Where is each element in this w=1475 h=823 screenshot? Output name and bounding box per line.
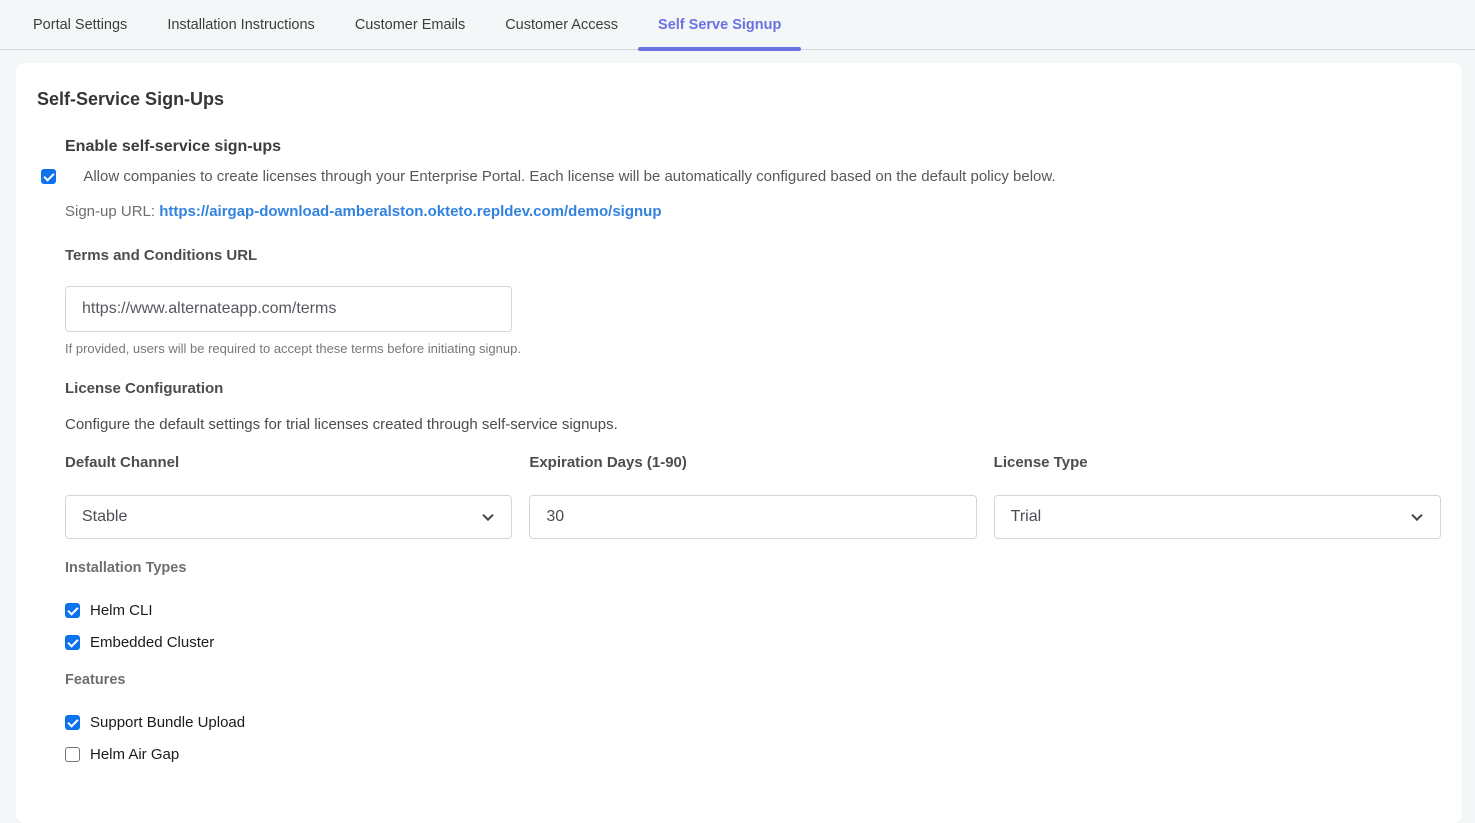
signup-url-label: Sign-up URL:	[65, 203, 155, 220]
embedded-cluster-label: Embedded Cluster	[90, 634, 214, 651]
enable-signups-description: Allow companies to create licenses throu…	[83, 168, 1055, 185]
terms-url-label: Terms and Conditions URL	[65, 248, 1441, 263]
signup-url-link[interactable]: https://airgap-download-amberalston.okte…	[159, 203, 661, 220]
terms-help-text: If provided, users will be required to a…	[65, 341, 1441, 357]
tab-portal-settings[interactable]: Portal Settings	[13, 0, 147, 49]
tab-self-serve-signup[interactable]: Self Serve Signup	[638, 0, 801, 49]
installation-types-label: Installation Types	[65, 561, 1441, 576]
enable-signups-row: Allow companies to create licenses throu…	[65, 166, 1441, 188]
license-config-fields: Default Channel Stable Expiration Days (…	[65, 455, 1441, 539]
enable-signups-checkbox[interactable]	[41, 169, 56, 184]
support-bundle-upload-label: Support Bundle Upload	[90, 714, 245, 731]
field-default-channel: Default Channel Stable	[65, 455, 512, 539]
tab-customer-emails[interactable]: Customer Emails	[335, 0, 485, 49]
helm-air-gap-label: Helm Air Gap	[90, 746, 179, 763]
license-configuration-description: Configure the default settings for trial…	[65, 417, 1441, 432]
tab-bar: Portal Settings Installation Instruction…	[0, 0, 1475, 50]
installation-type-row-helm-cli[interactable]: Helm CLI	[65, 600, 1441, 622]
expiration-days-label: Expiration Days (1-90)	[529, 455, 976, 470]
helm-cli-label: Helm CLI	[90, 602, 153, 619]
expiration-days-input[interactable]	[529, 495, 976, 539]
feature-row-helm-air-gap[interactable]: Helm Air Gap	[65, 744, 1441, 766]
tab-installation-instructions[interactable]: Installation Instructions	[147, 0, 335, 49]
support-bundle-upload-checkbox[interactable]	[65, 715, 80, 730]
helm-air-gap-checkbox[interactable]	[65, 747, 80, 762]
helm-cli-checkbox[interactable]	[65, 603, 80, 618]
license-type-select[interactable]: Trial	[994, 495, 1441, 539]
tab-customer-access[interactable]: Customer Access	[485, 0, 638, 49]
embedded-cluster-checkbox[interactable]	[65, 635, 80, 650]
field-license-type: License Type Trial	[994, 455, 1441, 539]
features-label: Features	[65, 673, 1441, 688]
terms-url-input[interactable]	[65, 286, 512, 332]
page-title: Self-Service Sign-Ups	[37, 90, 1441, 108]
default-channel-label: Default Channel	[65, 455, 512, 470]
enable-signups-label: Enable self-service sign-ups	[65, 139, 1441, 155]
default-channel-select[interactable]: Stable	[65, 495, 512, 539]
feature-row-support-bundle-upload[interactable]: Support Bundle Upload	[65, 712, 1441, 734]
license-type-label: License Type	[994, 455, 1441, 470]
installation-type-row-embedded-cluster[interactable]: Embedded Cluster	[65, 632, 1441, 654]
field-expiration-days: Expiration Days (1-90)	[529, 455, 976, 539]
self-serve-signup-panel: Self-Service Sign-Ups Enable self-servic…	[16, 63, 1462, 823]
signup-url-line: Sign-up URL: https://airgap-download-amb…	[65, 201, 1441, 223]
license-configuration-label: License Configuration	[65, 381, 1441, 396]
